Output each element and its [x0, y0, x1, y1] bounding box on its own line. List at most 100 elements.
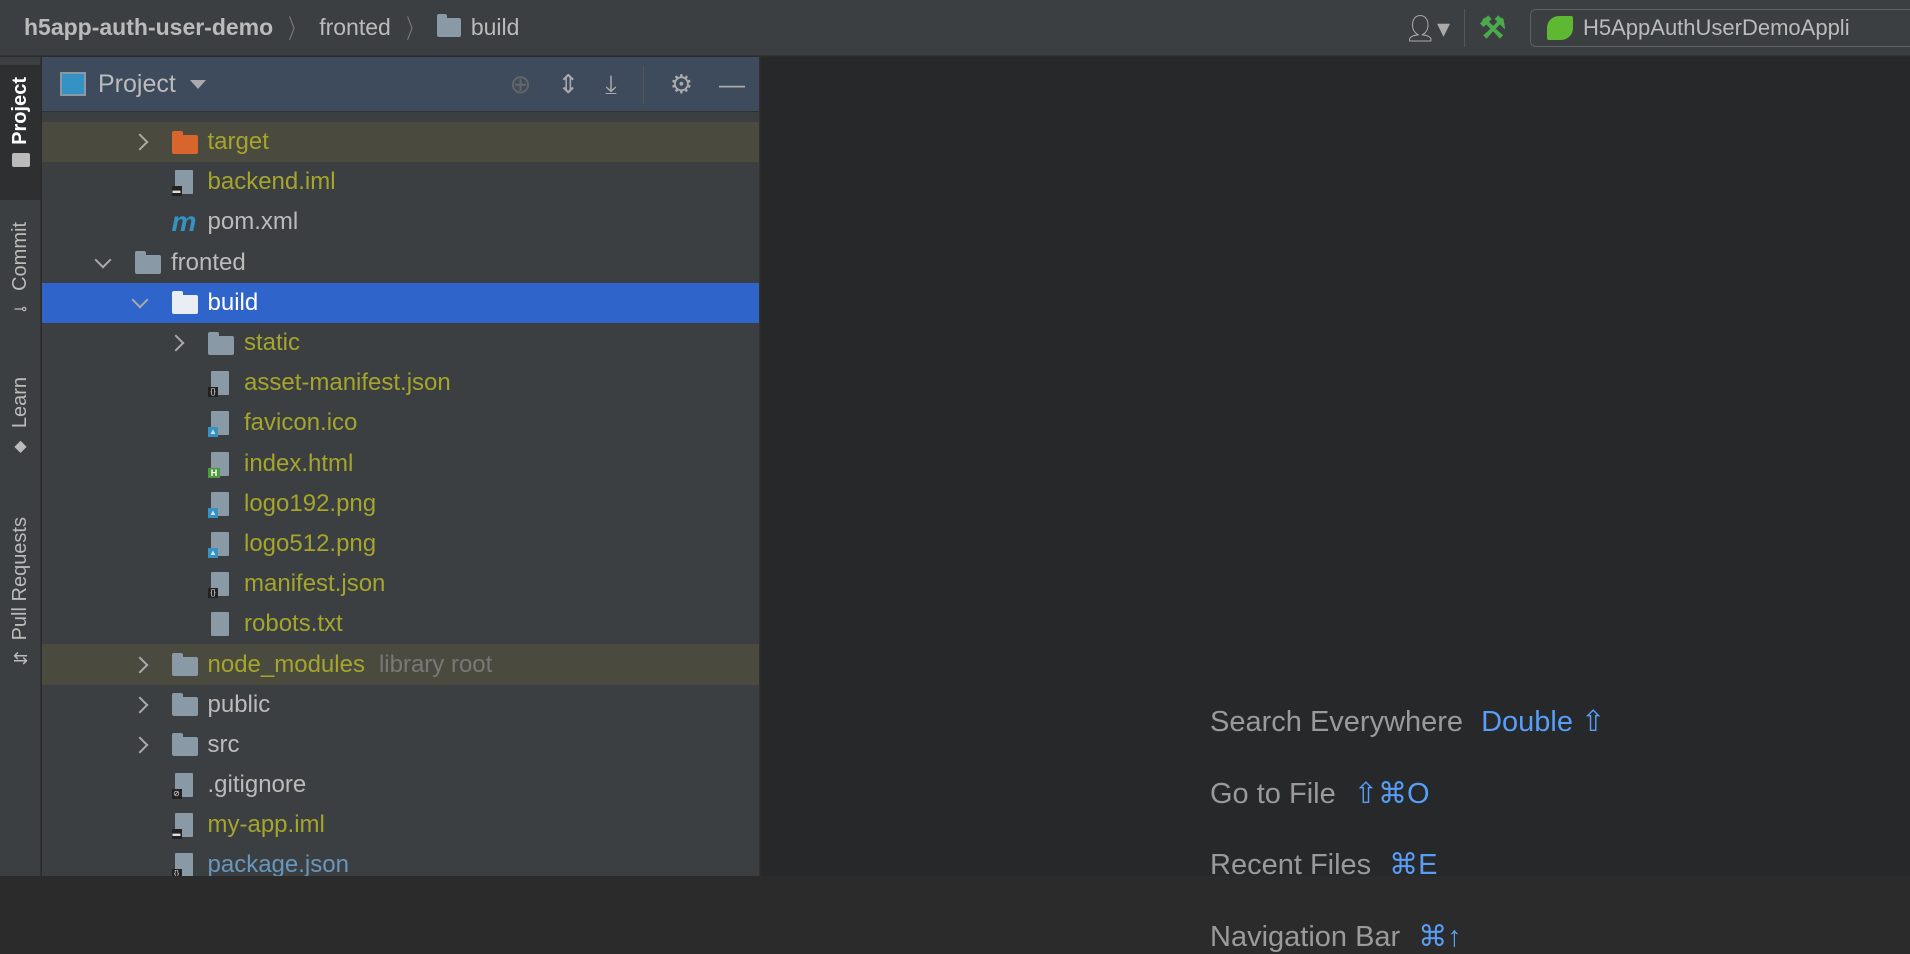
collapse-all-icon[interactable]: ⤓	[605, 69, 617, 101]
tree-item[interactable]: ▬ backend.iml	[42, 162, 759, 202]
hint-label: Recent Files	[1210, 849, 1372, 882]
hint-shortcut: ⇧⌘O	[1353, 777, 1430, 810]
shortcut-hint: Navigation Bar ⌘↑	[1210, 919, 1462, 954]
side-tab-pull-requests[interactable]: Pull Requests ⇆	[0, 517, 41, 669]
chevron-right-icon[interactable]	[131, 656, 148, 674]
tree-item[interactable]: {} manifest.json	[42, 564, 759, 604]
breadcrumb-label: build	[470, 14, 520, 40]
shortcut-hint: Go to File ⇧⌘O	[1210, 776, 1430, 811]
build-hammer-icon[interactable]: ⚒︎	[1479, 11, 1506, 46]
side-tab-commit[interactable]: Commit ⊸	[0, 222, 41, 319]
image-file-icon: ▲	[208, 491, 229, 518]
tree-item[interactable]: src	[42, 725, 759, 765]
tree-item-label: logo192.png	[244, 490, 376, 518]
chevron-right-icon[interactable]	[131, 736, 148, 754]
navigation-bar: h5app-auth-user-demo 〉 fronted 〉 build 👤…	[0, 0, 1910, 56]
breadcrumb-build[interactable]: build	[436, 14, 520, 41]
tree-item[interactable]: {} package.json	[42, 845, 759, 876]
gear-icon[interactable]: ⚙	[670, 69, 693, 100]
tree-item[interactable]: ⊘ .gitignore	[42, 765, 759, 805]
tree-item-label: .gitignore	[208, 771, 307, 799]
file-name: public	[207, 690, 271, 718]
tree-item-label: asset-manifest.json	[244, 369, 451, 397]
tree-item[interactable]: static	[42, 323, 759, 363]
tree-item[interactable]: public	[42, 685, 759, 725]
project-panel: Project ⊕ ⇕ ⤓ ⚙ — target ▬ backend.iml m pom…	[42, 57, 760, 876]
breadcrumb-fronted[interactable]: fronted	[319, 14, 391, 41]
side-tab-label: Learn	[9, 377, 31, 429]
chevron-right-icon[interactable]	[167, 334, 185, 352]
tree-item-label: favicon.ico	[244, 409, 357, 437]
side-tab-label: Pull Requests	[9, 517, 31, 641]
file-name: pom.xml	[207, 208, 299, 236]
tree-item-label: fronted	[171, 249, 246, 277]
folder-icon	[436, 14, 461, 37]
tree-item[interactable]: Hindex.html	[42, 444, 759, 484]
tree-item[interactable]: ▬ my-app.iml	[42, 805, 759, 845]
chevron-down-icon	[189, 79, 206, 89]
commit-icon: ⊸	[13, 300, 28, 318]
text-file-icon	[211, 612, 229, 637]
tree-item[interactable]: node_modules library root	[42, 644, 759, 685]
breadcrumb-separator: 〉	[288, 14, 304, 44]
side-tab-project[interactable]: Project	[0, 65, 41, 200]
hint-label: Navigation Bar	[1210, 921, 1401, 954]
breadcrumb-separator: 〉	[406, 14, 422, 44]
tree-item[interactable]: fronted	[42, 243, 759, 283]
hint-shortcut: ⌘E	[1389, 849, 1438, 882]
toolbar-right: 👤︎▾ ⚒︎ H5AppAuthUserDemoAppli	[1404, 0, 1910, 56]
tree-item[interactable]: ▲ logo512.png	[42, 524, 759, 564]
tree-item-label: package.json	[208, 851, 349, 876]
editor-empty-state: Search Everywhere Double ⇧ Go to File ⇧⌘O Re…	[761, 57, 1910, 953]
file-name: my-app.iml	[207, 811, 325, 839]
expand-all-icon[interactable]: ⇕	[557, 69, 579, 100]
file-name: asset-manifest.json	[244, 369, 451, 397]
tree-item-label: target	[208, 128, 269, 156]
html-file-icon: H	[208, 451, 229, 478]
tree-item[interactable]: {} asset-manifest.json	[42, 363, 759, 403]
chevron-down-icon[interactable]	[131, 291, 148, 309]
tree-item[interactable]: m pom.xml	[42, 202, 759, 242]
user-icon[interactable]: 👤︎▾	[1404, 13, 1450, 44]
file-name: package.json	[207, 851, 349, 876]
spring-boot-icon	[1547, 16, 1573, 40]
tree-item-label: manifest.json	[244, 570, 385, 598]
run-config-label: H5AppAuthUserDemoAppli	[1583, 15, 1850, 40]
run-configuration-selector[interactable]: H5AppAuthUserDemoAppli	[1530, 9, 1910, 47]
divider	[1464, 9, 1466, 47]
tree-item-label: robots.txt	[244, 610, 343, 638]
side-tab-learn[interactable]: Learn ◆	[0, 377, 41, 456]
iml-file-icon: ▬	[171, 170, 193, 197]
hint-label: Search Everywhere	[1210, 706, 1464, 738]
chevron-right-icon[interactable]	[131, 133, 148, 151]
iml-file-icon: ▬	[171, 813, 193, 840]
panel-title: Project	[98, 69, 176, 98]
file-name: src	[207, 730, 240, 758]
tree-item-label: logo512.png	[244, 530, 376, 558]
file-name: favicon.ico	[244, 409, 358, 437]
tree-item-label: node_modules library root	[208, 651, 493, 679]
file-name: target	[207, 128, 269, 156]
folder-icon	[171, 291, 198, 315]
tree-item[interactable]: target	[42, 122, 759, 163]
tree-item-label: src	[208, 731, 240, 759]
tree-item-label: index.html	[244, 450, 353, 478]
project-view-selector[interactable]: Project	[60, 70, 206, 99]
minimize-icon[interactable]: —	[719, 69, 745, 100]
tree-item[interactable]: robots.txt	[42, 604, 759, 644]
project-tree: target ▬ backend.iml m pom.xml fronted build st…	[42, 122, 759, 876]
hint-shortcut: Double ⇧	[1481, 706, 1606, 738]
tree-item[interactable]: build	[42, 282, 759, 323]
folder-icon	[11, 152, 30, 167]
folder-icon	[171, 653, 198, 677]
tree-item[interactable]: ▲ favicon.ico	[42, 403, 759, 443]
ignore-file-icon: ⊘	[171, 773, 193, 800]
chevron-down-icon[interactable]	[94, 251, 112, 269]
breadcrumb-project[interactable]: h5app-auth-user-demo	[24, 14, 273, 41]
chevron-right-icon[interactable]	[131, 696, 148, 714]
tree-item[interactable]: ▲ logo192.png	[42, 484, 759, 524]
tree-item-label: pom.xml	[208, 208, 299, 236]
hint-label: Go to File	[1210, 777, 1336, 810]
shortcut-hint: Recent Files ⌘E	[1210, 847, 1438, 882]
locate-icon[interactable]: ⊕	[510, 69, 532, 100]
